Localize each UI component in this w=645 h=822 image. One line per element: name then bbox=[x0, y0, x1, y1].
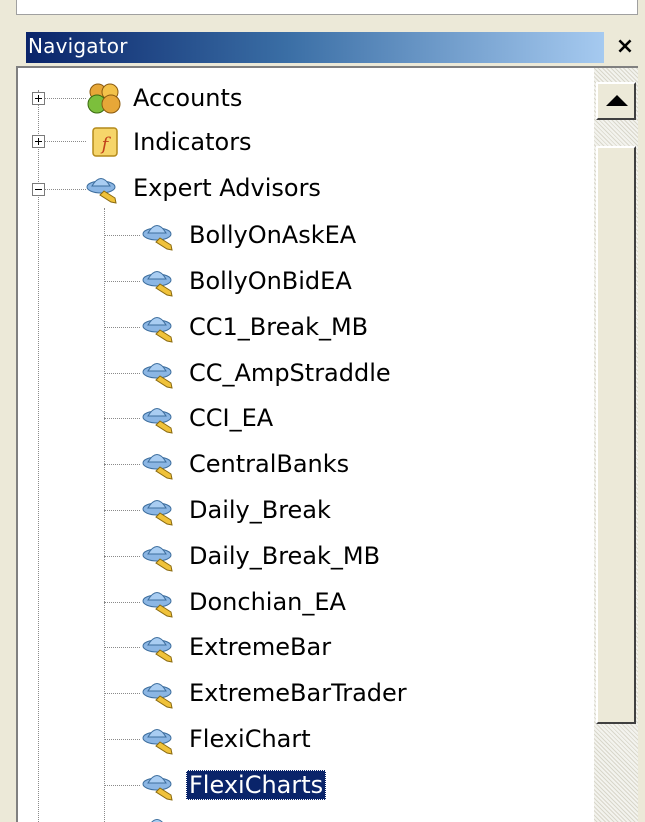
tree-item-label: Accounts bbox=[133, 84, 243, 112]
top-panel-border bbox=[16, 0, 638, 15]
expert-advisor-icon bbox=[142, 271, 173, 297]
scroll-up-arrow-icon[interactable] bbox=[596, 82, 636, 120]
tree-item-expert[interactable]: CCI_EA bbox=[142, 398, 276, 438]
tree-item-expert[interactable]: Daily_Break_MB bbox=[142, 536, 383, 576]
tree-item-label: FlexiCharts bbox=[186, 770, 327, 800]
tree-item-expert[interactable]: ExtremeBar bbox=[142, 627, 334, 667]
tree-line bbox=[38, 141, 86, 142]
expert-advisor-icon bbox=[142, 729, 173, 755]
navigator-title-bar[interactable]: Navigator bbox=[26, 32, 604, 63]
expand-indicators-icon[interactable] bbox=[32, 135, 45, 148]
tree-item-label: Indicators bbox=[133, 128, 252, 156]
tree-item-expert[interactable]: CC1_Break_MB bbox=[142, 307, 371, 347]
tree-line bbox=[104, 208, 105, 822]
tree-line bbox=[104, 373, 140, 374]
tree-item-label: CC_AmpStraddle bbox=[189, 359, 391, 387]
tree-item-expert[interactable]: CentralBanks bbox=[142, 444, 352, 484]
tree-item-expert[interactable]: Daily_Break bbox=[142, 490, 334, 530]
expert-advisor-icon bbox=[142, 225, 173, 251]
expert-advisor-icon bbox=[142, 775, 173, 801]
expert-advisor-icon bbox=[142, 408, 173, 434]
tree-item-expert[interactable]: CC_AmpStraddle bbox=[142, 353, 394, 393]
tree-item-label: FlexiChart bbox=[189, 725, 311, 753]
navigator-title: Navigator bbox=[28, 34, 128, 58]
expert-advisor-icon bbox=[142, 363, 173, 389]
collapse-expert-advisors-icon[interactable] bbox=[32, 183, 45, 196]
expert-advisor-icon bbox=[142, 683, 173, 709]
expert-advisor-icon bbox=[142, 454, 173, 480]
tree-line bbox=[38, 90, 39, 822]
tree-item-expert[interactable]: Donchian_EA bbox=[142, 582, 349, 622]
tree-item-label: ExtremeBarTrader bbox=[189, 679, 407, 707]
tree-line bbox=[104, 281, 140, 282]
navigator-panel: Accounts f Indicators Expert Advisors Bo… bbox=[16, 66, 638, 822]
tree-item-label: BollyOnBidEA bbox=[189, 267, 352, 295]
tree-item-label: Donchian_EA bbox=[189, 588, 346, 616]
tree-item-expert-advisors[interactable]: Expert Advisors bbox=[86, 168, 324, 208]
expert-advisor-icon bbox=[142, 637, 173, 663]
tree-item-expert-partial[interactable] bbox=[142, 809, 178, 822]
tree-item-label: Daily_Break_MB bbox=[189, 542, 381, 570]
tree-line bbox=[104, 602, 140, 603]
indicators-icon: f bbox=[92, 127, 118, 157]
tree-line bbox=[104, 418, 140, 419]
tree-item-label: CCI_EA bbox=[189, 404, 274, 432]
scroll-thumb[interactable] bbox=[596, 146, 636, 724]
expand-accounts-icon[interactable] bbox=[32, 92, 45, 105]
tree-line bbox=[104, 693, 140, 694]
tree-item-expert[interactable]: ExtremeBarTrader bbox=[142, 673, 410, 713]
tree-line bbox=[104, 647, 140, 648]
tree-item-label: Expert Advisors bbox=[133, 174, 321, 202]
tree-item-expert[interactable]: FlexiChart bbox=[142, 719, 314, 759]
tree-item-label: BollyOnAskEA bbox=[189, 221, 357, 249]
top-panel-remnant bbox=[0, 0, 645, 30]
navigator-tree: Accounts f Indicators Expert Advisors Bo… bbox=[18, 68, 593, 822]
expert-advisor-icon bbox=[151, 819, 163, 822]
tree-line bbox=[104, 235, 140, 236]
expert-advisor-icon bbox=[142, 592, 173, 618]
tree-item-label: ExtremeBar bbox=[189, 633, 332, 661]
expert-advisor-icon bbox=[86, 178, 117, 204]
accounts-icon bbox=[87, 83, 121, 114]
expert-advisor-icon bbox=[142, 317, 173, 343]
tree-item-label: CentralBanks bbox=[189, 450, 350, 478]
tree-line bbox=[104, 510, 140, 511]
tree-item-label: CC1_Break_MB bbox=[189, 313, 369, 341]
tree-line bbox=[104, 327, 140, 328]
vertical-scrollbar[interactable] bbox=[594, 68, 638, 822]
expert-advisor-icon bbox=[142, 500, 173, 526]
tree-line bbox=[104, 556, 140, 557]
navigator-header: Navigator × bbox=[16, 32, 640, 64]
close-icon[interactable]: × bbox=[614, 34, 636, 60]
tree-line bbox=[38, 189, 86, 190]
tree-item-expert-selected[interactable]: FlexiCharts bbox=[142, 765, 327, 805]
tree-line bbox=[38, 98, 86, 99]
expert-advisor-icon bbox=[142, 546, 173, 572]
tree-item-indicators[interactable]: f Indicators bbox=[86, 122, 255, 162]
tree-line bbox=[104, 464, 140, 465]
tree-line bbox=[104, 785, 140, 786]
tree-line bbox=[104, 739, 140, 740]
tree-item-accounts[interactable]: Accounts bbox=[86, 78, 245, 118]
tree-item-expert[interactable]: BollyOnBidEA bbox=[142, 261, 355, 301]
tree-item-label: Daily_Break bbox=[189, 496, 331, 524]
tree-item-expert[interactable]: BollyOnAskEA bbox=[142, 215, 359, 255]
